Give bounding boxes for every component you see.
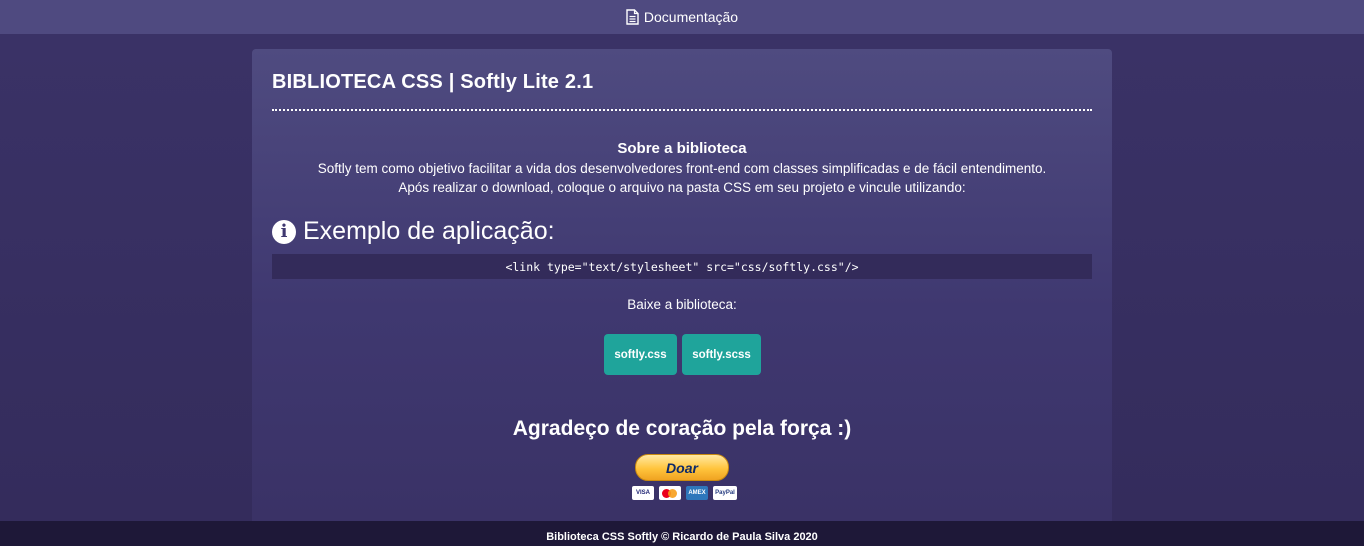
donate-button[interactable]: Doar <box>635 454 729 481</box>
about-heading: Sobre a biblioteca <box>617 140 747 157</box>
paypal-card-icon: PayPal <box>713 486 737 500</box>
footer: Biblioteca CSS Softly © Ricardo de Paula… <box>0 521 1364 546</box>
download-label: Baixe a biblioteca: <box>627 297 737 312</box>
card-title: BIBLIOTECA CSS | Softly Lite 2.1 <box>272 71 594 93</box>
about-line-2: Após realizar o download, coloque o arqu… <box>398 180 966 195</box>
amex-card-icon: AMEX <box>686 486 708 500</box>
document-icon <box>626 9 639 25</box>
mastercard-icon <box>659 486 681 500</box>
code-snippet[interactable]: <link type="text/stylesheet" src="css/so… <box>272 254 1092 279</box>
library-card: BIBLIOTECA CSS | Softly Lite 2.1 Sobre a… <box>252 49 1112 521</box>
thanks-heading: Agradeço de coração pela força :) <box>512 417 852 440</box>
footer-text: Biblioteca CSS Softly © Ricardo de Paula… <box>546 530 818 543</box>
documentation-link[interactable]: Documentação <box>626 9 738 25</box>
info-circle-icon: i <box>272 219 296 244</box>
about-section: Sobre a biblioteca Softly tem como objet… <box>252 139 1112 197</box>
payment-cards: VISA AMEX PayPal <box>632 486 737 500</box>
about-line-1: Softly tem como objetivo facilitar a vid… <box>317 161 1047 176</box>
example-heading-row: i Exemplo de aplicação: <box>272 217 555 246</box>
dotted-divider <box>272 109 1092 111</box>
documentation-label: Documentação <box>643 9 739 25</box>
visa-card-icon: VISA <box>632 486 654 500</box>
download-buttons: softly.css softly.scss <box>604 334 761 375</box>
top-navbar: Documentação <box>0 0 1364 34</box>
example-heading: Exemplo de aplicação: <box>303 217 555 245</box>
download-css-button[interactable]: softly.css <box>604 334 677 375</box>
download-scss-button[interactable]: softly.scss <box>682 334 761 375</box>
